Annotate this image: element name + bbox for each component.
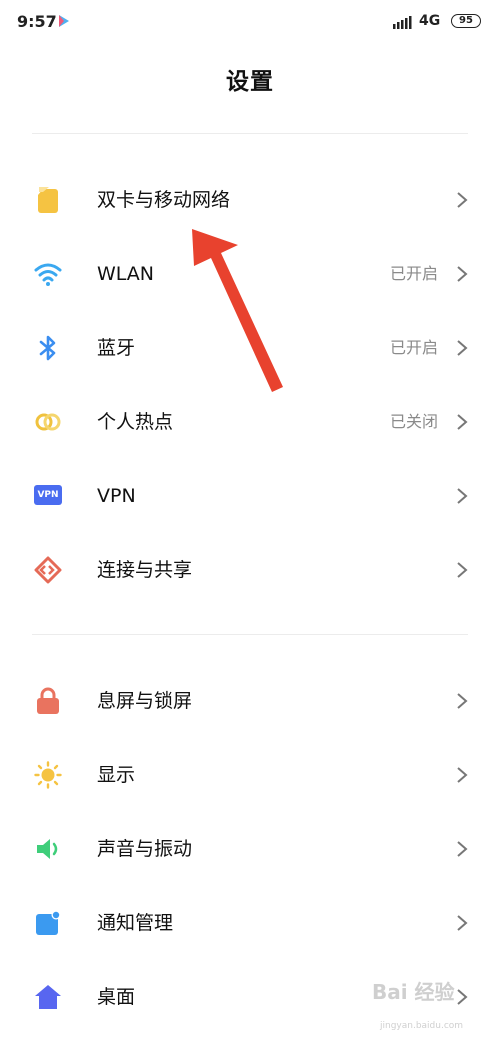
setting-row-dual-sim[interactable]: 双卡与移动网络 xyxy=(0,163,500,237)
setting-row-display[interactable]: 显示 xyxy=(0,738,500,812)
sun-icon xyxy=(34,761,62,789)
chevron-right-icon xyxy=(457,562,468,578)
page-title: 设置 xyxy=(226,69,274,95)
chevron-right-icon xyxy=(457,266,468,282)
connection-share-icon xyxy=(34,556,62,584)
setting-label: 显示 xyxy=(97,764,136,786)
vpn-icon: VPN xyxy=(34,485,62,505)
setting-row-notifications[interactable]: 通知管理 xyxy=(0,886,500,960)
chevron-right-icon xyxy=(457,841,468,857)
chevron-right-icon xyxy=(457,767,468,783)
notification-icon xyxy=(36,910,61,935)
setting-row-hotspot[interactable]: 个人热点 已关闭 xyxy=(0,385,500,459)
watermark: Bai 经验 xyxy=(372,980,455,1004)
status-bar: 9:57 4G 95 xyxy=(0,0,500,44)
chevron-right-icon xyxy=(457,915,468,931)
setting-label: 桌面 xyxy=(97,986,136,1008)
setting-row-bluetooth[interactable]: 蓝牙 已开启 xyxy=(0,311,500,385)
setting-label: 蓝牙 xyxy=(97,337,136,359)
setting-row-sound[interactable]: 声音与振动 xyxy=(0,812,500,886)
chevron-right-icon xyxy=(457,693,468,709)
setting-label: VPN xyxy=(97,485,136,507)
setting-row-vpn[interactable]: VPN VPN xyxy=(0,459,500,533)
setting-row-connection-share[interactable]: 连接与共享 xyxy=(0,533,500,607)
setting-row-wlan[interactable]: WLAN 已开启 xyxy=(0,237,500,311)
signal-icon xyxy=(393,16,412,29)
wifi-icon xyxy=(34,263,62,286)
network-type: 4G xyxy=(419,13,441,29)
chevron-right-icon xyxy=(457,414,468,430)
setting-label: 通知管理 xyxy=(97,912,174,934)
setting-label: 息屏与锁屏 xyxy=(97,690,193,712)
divider xyxy=(32,634,468,635)
setting-label: 声音与振动 xyxy=(97,838,193,860)
chevron-right-icon xyxy=(457,340,468,356)
watermark-url: jingyan.baidu.com xyxy=(380,1021,464,1031)
setting-label: 连接与共享 xyxy=(97,559,193,581)
vpn-badge-text: VPN xyxy=(37,490,59,500)
lock-icon xyxy=(37,687,59,714)
sim-card-icon xyxy=(38,187,58,213)
setting-label: 个人热点 xyxy=(97,411,174,433)
status-time: 9:57 xyxy=(17,12,57,31)
setting-label: 双卡与移动网络 xyxy=(97,189,231,211)
hotspot-icon xyxy=(35,413,61,431)
home-icon xyxy=(35,985,61,1009)
chevron-right-icon xyxy=(457,192,468,208)
battery-indicator: 95 xyxy=(451,14,481,28)
divider xyxy=(32,133,468,134)
chevron-right-icon xyxy=(457,488,468,504)
play-store-icon xyxy=(59,15,69,27)
setting-status: 已开启 xyxy=(389,264,438,283)
speaker-icon xyxy=(37,839,58,859)
setting-status: 已开启 xyxy=(389,338,438,357)
setting-status: 已关闭 xyxy=(389,412,438,431)
bluetooth-icon xyxy=(39,335,56,361)
setting-label: WLAN xyxy=(97,263,155,285)
chevron-right-icon xyxy=(457,989,468,1005)
setting-row-lock-screen[interactable]: 息屏与锁屏 xyxy=(0,664,500,738)
